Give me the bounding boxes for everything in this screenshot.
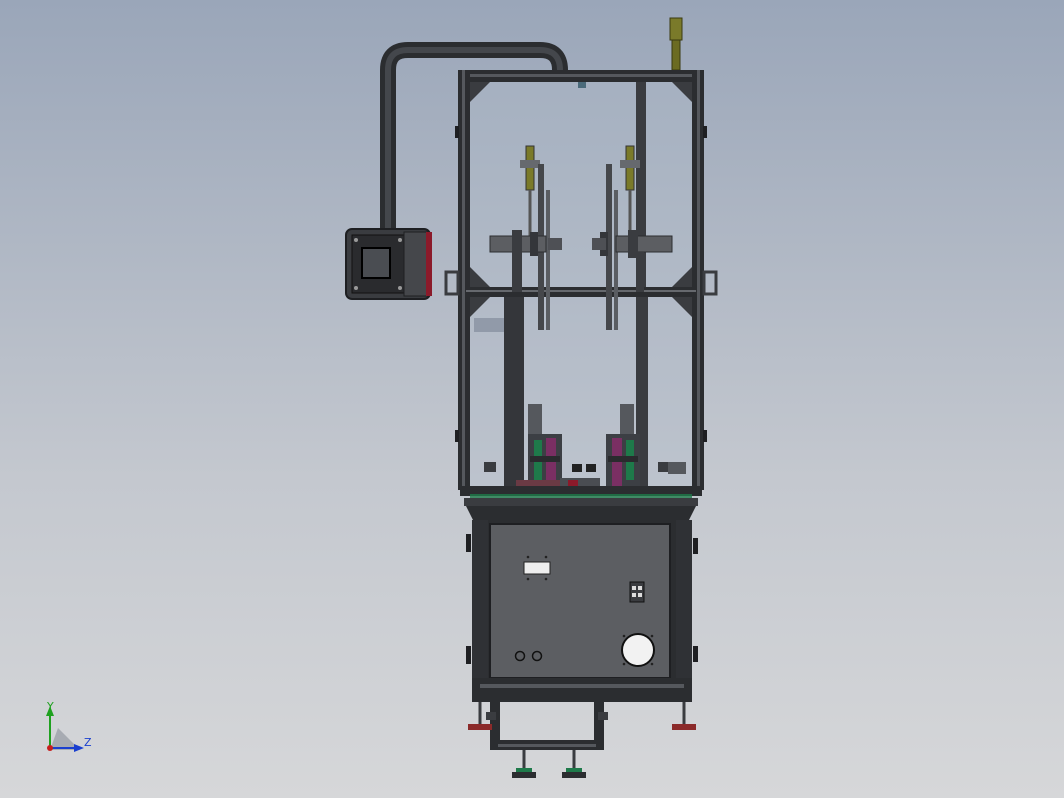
lower-cabinet [466,520,698,702]
upper-enclosure [444,70,718,490]
z-axis-label: Z [84,736,92,749]
y-axis-label: Y [46,700,54,713]
coordinate-triad[interactable]: Y Z [46,700,92,752]
control-box [345,228,432,300]
cad-viewport[interactable]: Y Z [0,0,1064,798]
machine-drawing: Y Z [46,17,718,778]
triad-origin [47,745,53,751]
signal-tower [669,17,683,71]
base-frame [490,700,604,750]
table-top [460,486,702,522]
